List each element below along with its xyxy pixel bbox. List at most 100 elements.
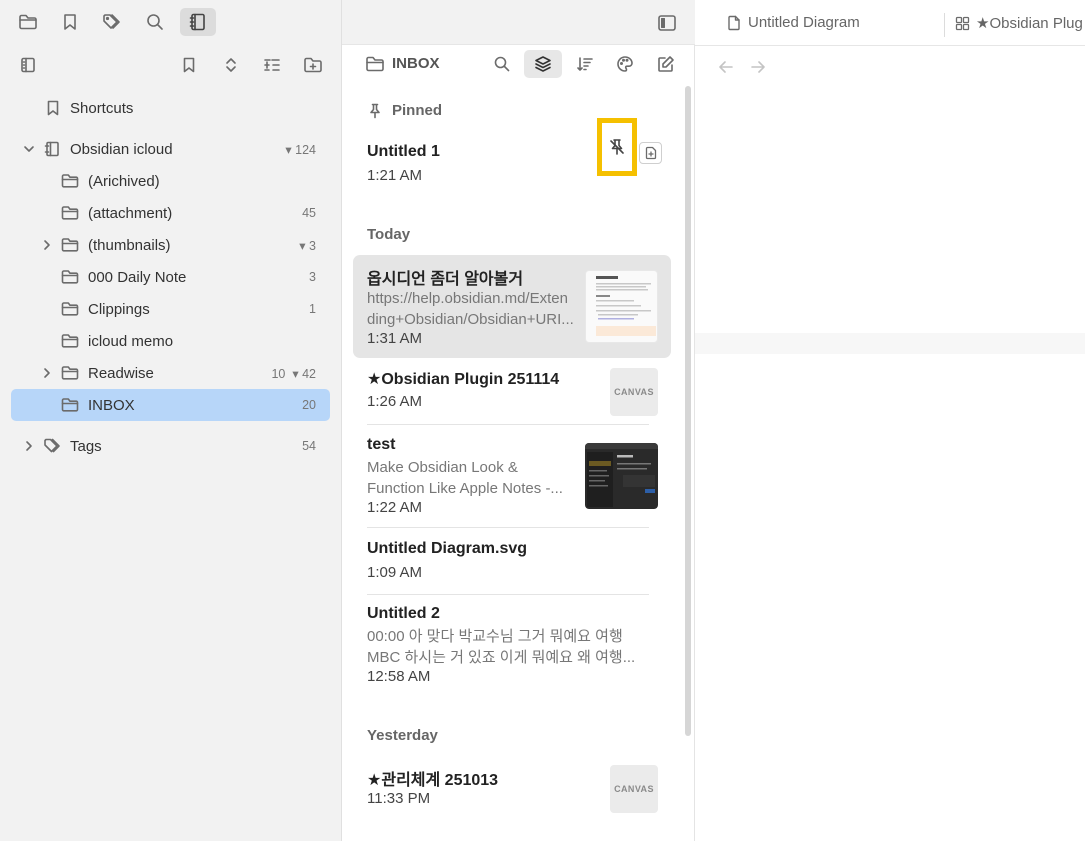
today-section-header: Today: [367, 226, 411, 243]
note-thumbnail: [585, 443, 658, 509]
folder-icon: [61, 270, 79, 284]
note-time: 1:09 AM: [367, 564, 423, 581]
back-arrow-icon[interactable]: [717, 58, 749, 78]
scrollbar[interactable]: [685, 86, 691, 736]
vault-count: ▾ 124: [285, 142, 316, 157]
files-icon[interactable]: [13, 8, 43, 36]
sort-icon[interactable]: [260, 53, 284, 77]
folder-title: INBOX: [392, 55, 440, 72]
sort-icon[interactable]: [566, 50, 604, 78]
note-preview: 00:00 아 맞다 박교수님 그거 뭐예요 여행 MBC 하시는 거 있죠 이…: [367, 628, 636, 666]
folder-item[interactable]: Readwise 10 ▾ 42: [11, 357, 330, 389]
tags-icon: [44, 438, 60, 453]
file-plus-icon: [645, 146, 656, 160]
notebook-icon[interactable]: [180, 8, 216, 36]
left-sidebar: Shortcuts Obsidian icloud ▾ 124 (Arichiv…: [0, 0, 342, 841]
note-item[interactable]: Untitled 2 00:00 아 맞다 박교수님 그거 뭐예요 여행 MBC…: [353, 599, 671, 691]
folder-count: 10 ▾ 42: [271, 366, 316, 381]
note-item[interactable]: ★Obsidian Plugin 251114 1:26 AM CANVAS: [353, 363, 671, 423]
folder-icon: [61, 398, 79, 412]
new-folder-icon[interactable]: [301, 53, 325, 77]
note-item[interactable]: test Make Obsidian Look & Function Like …: [353, 430, 671, 526]
note-title: ★Obsidian Plugin 251114: [367, 371, 560, 388]
expand-collapse-icon[interactable]: [219, 53, 243, 77]
folder-count: 45: [302, 206, 316, 220]
shortcuts-label: Shortcuts: [70, 99, 134, 117]
tags-item[interactable]: Tags 54: [11, 430, 330, 462]
note-item[interactable]: ★관리체계 251013 11:33 PM CANVAS: [353, 760, 671, 818]
layers-icon[interactable]: [524, 50, 562, 78]
folder-count: 1: [309, 302, 316, 316]
folder-icon: [61, 334, 79, 348]
folder-label: (thumbnails): [88, 236, 171, 254]
folder-label: Readwise: [88, 364, 154, 382]
file-icon: [728, 15, 740, 30]
folder-label: 000 Daily Note: [88, 268, 187, 286]
new-note-icon[interactable]: [647, 50, 685, 78]
palette-icon[interactable]: [606, 50, 644, 78]
divider: [367, 527, 649, 528]
unpin-icon: [610, 139, 624, 155]
top-bar: [342, 0, 695, 45]
navigation-buttons: [717, 58, 781, 78]
new-note-button[interactable]: [639, 142, 662, 164]
note-title: 옵시디언 좀더 알아볼거: [367, 271, 524, 288]
pinned-label: Pinned: [392, 102, 443, 119]
tab-bar: Untitled Diagram ★Obsidian Plug: [695, 0, 1085, 46]
folder-icon: [366, 56, 384, 72]
file-explorer-toolbar: [0, 45, 342, 83]
folder-item[interactable]: 000 Daily Note 3: [11, 261, 330, 293]
bookmark-folder-icon[interactable]: [177, 53, 201, 77]
chevron-down-icon: [24, 146, 34, 152]
editor-pane: Untitled Diagram ★Obsidian Plug: [695, 0, 1085, 841]
vault-label: Obsidian icloud: [70, 140, 173, 158]
tab-untitled-diagram[interactable]: Untitled Diagram: [727, 14, 860, 31]
canvas-thumbnail: CANVAS: [610, 368, 658, 416]
folder-item[interactable]: Clippings 1: [11, 293, 330, 325]
folder-item[interactable]: icloud memo: [11, 325, 330, 357]
bookmark-icon[interactable]: [55, 8, 85, 36]
note-time: 12:58 AM: [367, 668, 431, 685]
search-icon[interactable]: [140, 8, 170, 36]
note-time: 11:33 PM: [367, 790, 431, 807]
canvas-icon: [955, 16, 970, 30]
folder-item[interactable]: (Arichived): [11, 165, 330, 197]
note-item[interactable]: 옵시디언 좀더 알아볼거 https://help.obsidian.md/Ex…: [353, 255, 671, 358]
folder-item[interactable]: (attachment) 45: [11, 197, 330, 229]
sidebar-toggle-icon[interactable]: [652, 10, 682, 36]
folder-item[interactable]: (thumbnails) ▾ 3: [11, 229, 330, 261]
forward-arrow-icon[interactable]: [749, 58, 781, 78]
divider: [367, 594, 649, 595]
tab-label: Untitled Diagram: [748, 14, 860, 31]
folder-icon: [61, 302, 79, 316]
shortcuts-item[interactable]: Shortcuts: [11, 92, 330, 124]
tags-icon[interactable]: [98, 8, 128, 36]
unpin-button[interactable]: [597, 118, 637, 176]
layout-icon[interactable]: [16, 53, 40, 77]
search-icon[interactable]: [483, 50, 521, 78]
folder-label: icloud memo: [88, 332, 174, 350]
active-line-highlight: [695, 333, 1085, 354]
folder-count: ▾ 3: [299, 238, 316, 253]
chevron-right-icon: [44, 368, 50, 378]
note-thumbnail: [585, 270, 658, 343]
chevron-right-icon: [26, 441, 32, 451]
folder-icon: [61, 174, 79, 188]
note-list-header: INBOX: [342, 45, 695, 83]
note-item[interactable]: Untitled 1 1:21 AM: [353, 118, 671, 193]
yesterday-section-header: Yesterday: [367, 727, 438, 744]
folder-count: 3: [309, 270, 316, 284]
tab-obsidian-plugin[interactable]: ★Obsidian Plug: [955, 14, 1083, 32]
pin-icon: [370, 103, 380, 118]
folder-item-inbox[interactable]: INBOX 20: [11, 389, 330, 421]
note-title: Untitled Diagram.svg: [367, 540, 528, 557]
folder-label: INBOX: [88, 396, 135, 414]
folder-count: 20: [302, 398, 316, 412]
tab-divider: [944, 13, 945, 37]
tags-count: 54: [302, 439, 316, 453]
vault-item[interactable]: Obsidian icloud ▾ 124: [11, 133, 330, 165]
note-item[interactable]: Untitled Diagram.svg 1:09 AM: [353, 534, 671, 592]
ribbon-toolbar: [0, 0, 342, 45]
tags-label: Tags: [70, 437, 102, 455]
note-time: 1:31 AM: [367, 330, 423, 347]
